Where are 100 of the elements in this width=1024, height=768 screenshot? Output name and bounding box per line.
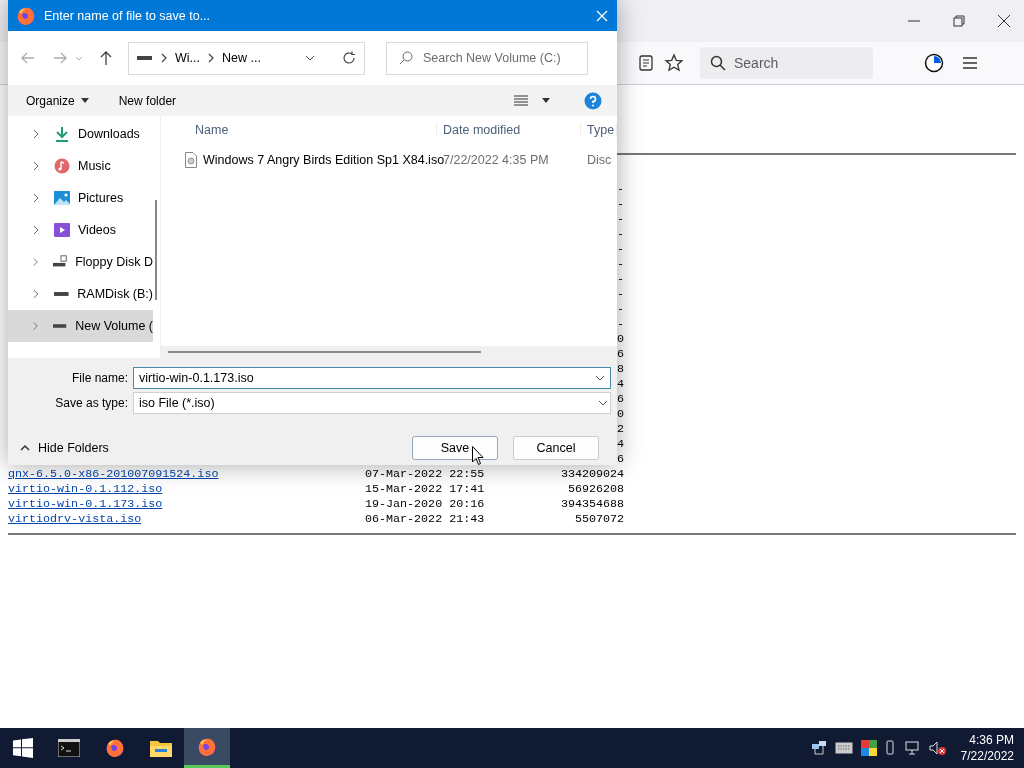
file-type: Disc bbox=[586, 153, 613, 167]
star-icon[interactable] bbox=[664, 53, 684, 73]
size-text: 56926208 bbox=[567, 482, 624, 497]
file-name-label: File name: bbox=[71, 371, 128, 385]
size-text: 0 bbox=[617, 407, 624, 422]
firefox-icon bbox=[16, 5, 36, 26]
new-folder-button[interactable]: New folder bbox=[118, 93, 177, 108]
size-text: - bbox=[617, 197, 624, 212]
size-text: 6 bbox=[617, 347, 624, 362]
size-text: 6 bbox=[617, 452, 624, 467]
videos-icon bbox=[54, 222, 70, 238]
cancel-button[interactable]: Cancel bbox=[513, 436, 599, 460]
firefox-icon bbox=[105, 738, 125, 758]
breadcrumb-item[interactable]: Wi... bbox=[175, 51, 200, 65]
nav-tree-item[interactable]: Music bbox=[8, 150, 153, 182]
date-text: 19-Jan-2020 20:16 bbox=[365, 497, 485, 512]
size-text: - bbox=[617, 302, 624, 317]
terminal-icon bbox=[58, 739, 80, 757]
column-header[interactable]: Name bbox=[161, 123, 437, 137]
hide-folders-button[interactable]: Hide Folders bbox=[20, 441, 109, 455]
windows-start-icon[interactable] bbox=[13, 738, 33, 758]
chevron-right-icon[interactable] bbox=[161, 53, 167, 63]
save-as-type-label: Save as type: bbox=[55, 396, 128, 410]
date-text: 07-Mar-2022 22:55 bbox=[365, 467, 485, 482]
file-name[interactable]: Windows 7 Angry Birds Edition Sp1 X84.iso bbox=[203, 153, 445, 167]
size-text: - bbox=[617, 212, 624, 227]
expand-chevron-icon[interactable] bbox=[32, 257, 40, 267]
file-link[interactable]: qnx-6.5.0-x86-201007091524.iso bbox=[8, 467, 219, 482]
drive-icon bbox=[137, 54, 153, 62]
size-text: 6 bbox=[617, 392, 624, 407]
nav-tree-item[interactable]: Videos bbox=[8, 214, 153, 246]
date-text: 06-Mar-2022 21:43 bbox=[365, 512, 485, 527]
search-icon bbox=[710, 55, 726, 71]
expand-chevron-icon[interactable] bbox=[32, 129, 40, 139]
refresh-icon[interactable] bbox=[342, 51, 356, 65]
expand-chevron-icon[interactable] bbox=[32, 289, 40, 299]
keyboard-icon[interactable] bbox=[834, 742, 853, 754]
search-icon bbox=[399, 51, 413, 65]
size-text: - bbox=[617, 242, 624, 257]
music-icon bbox=[54, 158, 70, 174]
usb-icon[interactable] bbox=[884, 740, 897, 756]
search-field[interactable]: Search bbox=[700, 47, 873, 79]
close-icon[interactable] bbox=[996, 13, 1012, 29]
size-text: - bbox=[617, 182, 624, 197]
size-text: 334209024 bbox=[560, 467, 624, 482]
nav-tree-item[interactable]: RAMDisk (B:) bbox=[8, 278, 153, 310]
size-text: 0 bbox=[617, 332, 624, 347]
expand-chevron-icon[interactable] bbox=[32, 161, 40, 171]
size-text: - bbox=[617, 272, 624, 287]
pictures-icon bbox=[54, 190, 70, 206]
clock[interactable]: 4:36 PM 7/22/2022 bbox=[960, 732, 1014, 764]
nav-tree-item[interactable]: Downloads bbox=[8, 118, 153, 150]
volume-muted-icon[interactable] bbox=[928, 740, 947, 756]
reader-view-icon[interactable] bbox=[636, 53, 656, 73]
size-text: - bbox=[617, 287, 624, 302]
file-name-field[interactable]: virtio-win-0.1.173.iso bbox=[133, 367, 611, 389]
breadcrumb-item[interactable]: New ... bbox=[222, 51, 261, 65]
chevron-right-icon[interactable] bbox=[208, 53, 214, 63]
firefox-icon bbox=[197, 736, 217, 757]
search-field[interactable]: Search New Volume (C:) bbox=[386, 41, 588, 75]
dialog-title: Enter name of file to save to... bbox=[44, 8, 212, 23]
file-link[interactable]: virtio-win-0.1.112.iso bbox=[8, 482, 163, 497]
save-as-type-dropdown[interactable]: iso File (*.iso) bbox=[133, 392, 611, 414]
size-text: 4 bbox=[617, 437, 624, 452]
size-text: 394354688 bbox=[560, 497, 624, 512]
close-icon bbox=[596, 9, 608, 22]
color-icon[interactable] bbox=[860, 740, 877, 756]
size-text: - bbox=[617, 257, 624, 272]
save-button[interactable]: Save bbox=[412, 436, 498, 460]
help-icon[interactable] bbox=[584, 91, 602, 110]
network-icon[interactable] bbox=[810, 740, 827, 756]
nav-tree-item[interactable]: New Volume ( bbox=[8, 310, 153, 342]
chevron-up-icon bbox=[20, 444, 30, 452]
size-text: 4 bbox=[617, 377, 624, 392]
size-text: 5507072 bbox=[574, 512, 624, 527]
dropdown-caret-icon[interactable] bbox=[542, 97, 550, 104]
column-header[interactable]: Type bbox=[581, 123, 617, 137]
mouse-cursor-icon bbox=[472, 446, 484, 466]
organize-menu[interactable]: Organize bbox=[26, 93, 89, 108]
download-icon bbox=[54, 126, 70, 142]
expand-chevron-icon[interactable] bbox=[32, 225, 40, 235]
file-link[interactable]: virtio-win-0.1.173.iso bbox=[8, 497, 163, 512]
caret-icon bbox=[80, 97, 89, 104]
view-list-icon[interactable] bbox=[514, 94, 528, 107]
expand-chevron-icon[interactable] bbox=[32, 193, 40, 203]
restore-icon[interactable] bbox=[951, 13, 967, 29]
nav-tree-item[interactable]: Pictures bbox=[8, 182, 153, 214]
monitor-icon[interactable] bbox=[904, 740, 921, 756]
size-text: 2 bbox=[617, 422, 624, 437]
account-icon[interactable] bbox=[924, 53, 944, 73]
date-text: 15-Mar-2022 17:41 bbox=[365, 482, 485, 497]
address-bar[interactable]: Wi... New ... bbox=[128, 41, 365, 75]
size-text: 8 bbox=[617, 362, 624, 377]
folder-icon bbox=[150, 739, 172, 757]
up-arrow-icon[interactable] bbox=[98, 50, 114, 66]
nav-tree-item[interactable]: Floppy Disk D bbox=[8, 246, 153, 278]
column-header[interactable]: Date modified bbox=[437, 123, 581, 137]
file-link[interactable]: virtiodrv-vista.iso bbox=[8, 512, 142, 527]
size-text: - bbox=[617, 227, 624, 242]
size-text: - bbox=[617, 317, 624, 332]
